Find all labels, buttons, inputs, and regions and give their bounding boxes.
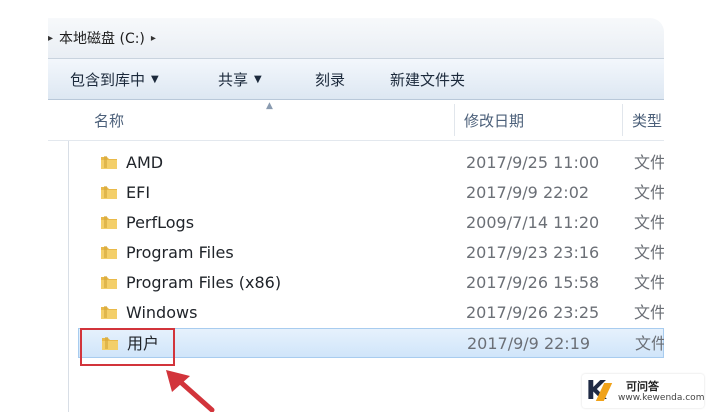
folder-icon (101, 246, 117, 259)
file-row[interactable]: Program Files 2017/9/23 23:16 文件 (78, 238, 664, 268)
watermark: K 可问答 www.kewenda.com (582, 374, 704, 408)
file-name: PerfLogs (126, 213, 195, 232)
column-header-type[interactable]: 类型 (632, 100, 662, 140)
file-name: AMD (126, 153, 164, 172)
file-type: 文件 (634, 243, 664, 262)
folder-icon (101, 306, 117, 319)
navigation-pane[interactable]: ▲ (48, 100, 69, 412)
file-type: 文件 (634, 213, 664, 232)
file-modified-date: 2017/9/26 15:58 (466, 273, 600, 292)
folder-icon (101, 216, 117, 229)
sort-ascending-icon: ▲ (266, 101, 273, 111)
file-name: Program Files (126, 243, 234, 262)
file-row[interactable]: EFI 2017/9/9 22:02 文件 (78, 178, 664, 208)
file-type: 文件 (634, 153, 664, 172)
file-name: EFI (126, 183, 151, 202)
chevron-down-icon: ▼ (254, 73, 262, 85)
file-modified-date: 2017/9/25 11:00 (466, 153, 600, 172)
column-header-modified[interactable]: 修改日期 (464, 100, 524, 140)
chevron-down-icon: ▼ (151, 73, 159, 85)
share-button[interactable]: 共享 ▼ (218, 59, 262, 99)
burn-button[interactable]: 刻录 (315, 59, 345, 99)
folder-icon (101, 276, 117, 289)
file-modified-date: 2017/9/26 23:25 (466, 303, 600, 322)
highlight-box (80, 328, 175, 366)
file-type: 文件 (635, 334, 664, 353)
breadcrumb-root-arrow[interactable]: ▸ (48, 33, 53, 44)
file-modified-date: 2017/9/9 22:02 (466, 183, 590, 202)
file-name: Program Files (x86) (126, 273, 282, 292)
column-header-name[interactable]: 名称 (94, 100, 124, 140)
file-row[interactable]: Program Files (x86) 2017/9/26 15:58 文件 (78, 268, 664, 298)
include-in-library-button[interactable]: 包含到库中 ▼ (70, 59, 159, 99)
file-name: Windows (126, 303, 198, 322)
file-row[interactable]: AMD 2017/9/25 11:00 文件 (78, 148, 664, 178)
file-type: 文件 (634, 183, 664, 202)
breadcrumb-chevron-icon[interactable]: ▸ (151, 33, 156, 44)
file-row[interactable]: PerfLogs 2009/7/14 11:20 文件 (78, 208, 664, 238)
file-type: 文件 (634, 303, 664, 322)
command-toolbar: 包含到库中 ▼ 共享 ▼ 刻录 新建文件夹 (48, 59, 664, 100)
column-header-row: ▲ 名称 修改日期 类型 (48, 100, 664, 141)
folder-icon (101, 156, 117, 169)
column-divider[interactable] (454, 104, 455, 136)
new-folder-button[interactable]: 新建文件夹 (390, 59, 465, 99)
file-type: 文件 (634, 273, 664, 292)
file-modified-date: 2017/9/9 22:19 (467, 334, 591, 353)
file-modified-date: 2009/7/14 11:20 (466, 213, 600, 232)
folder-icon (101, 186, 117, 199)
new-folder-label: 新建文件夹 (390, 70, 466, 89)
watermark-site: www.kewenda.com (618, 393, 705, 403)
watermark-title: 可问答 (626, 380, 659, 393)
breadcrumb-local-disk-c[interactable]: 本地磁盘 (C:) (59, 28, 145, 48)
burn-label: 刻录 (315, 70, 346, 89)
column-divider[interactable] (622, 104, 623, 136)
address-bar[interactable]: ▸ 本地磁盘 (C:) ▸ (48, 18, 664, 59)
red-arrow-icon (166, 370, 215, 412)
include-in-library-label: 包含到库中 (70, 70, 146, 89)
file-row[interactable]: Windows 2017/9/26 23:25 文件 (78, 298, 664, 328)
file-modified-date: 2017/9/23 23:16 (466, 243, 600, 262)
share-label: 共享 (218, 70, 249, 89)
